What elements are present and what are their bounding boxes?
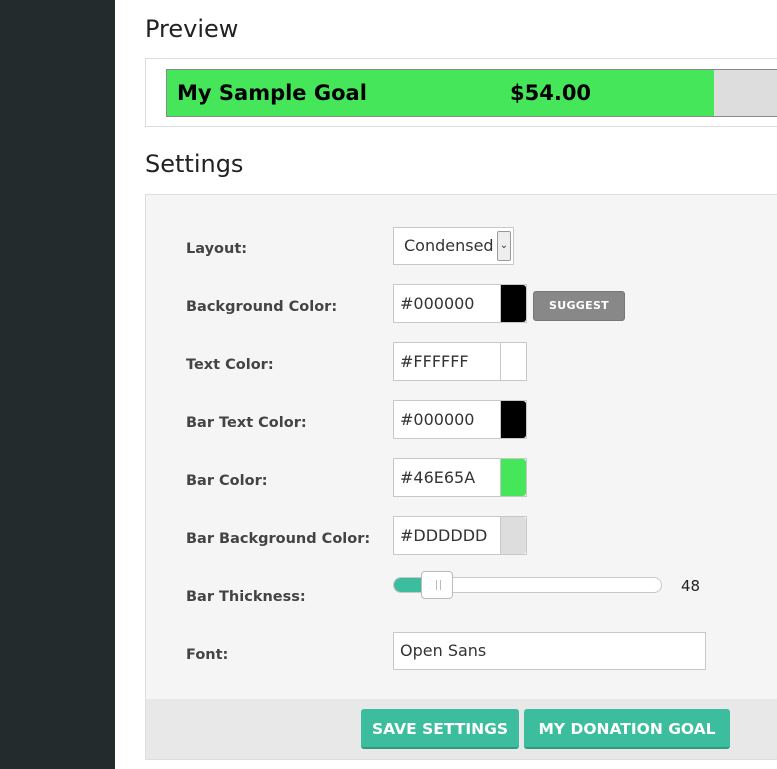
goal-title: My Sample Goal: [177, 81, 367, 105]
preview-title: Preview: [145, 15, 239, 43]
preview-panel: My Sample Goal $54.00: [145, 58, 777, 127]
background-color-value: #000000: [400, 294, 475, 313]
layout-label: Layout:: [186, 241, 248, 257]
bar-thickness-slider[interactable]: [393, 571, 662, 599]
layout-select[interactable]: Condensed ⌄: [393, 227, 514, 265]
sidebar: [0, 0, 115, 769]
bar-background-color-label: Bar Background Color:: [186, 531, 371, 547]
my-donation-goal-button[interactable]: MY DONATION GOAL: [524, 709, 730, 749]
bar-thickness-slider-handle[interactable]: [420, 571, 453, 599]
bar-color-swatch[interactable]: [500, 459, 526, 496]
save-settings-button[interactable]: SAVE SETTINGS: [361, 709, 519, 749]
font-input[interactable]: Open Sans: [393, 632, 706, 670]
background-color-label: Background Color:: [186, 299, 338, 315]
goal-bar: My Sample Goal $54.00: [166, 69, 777, 117]
font-label: Font:: [186, 647, 229, 663]
goal-amount: $54.00: [510, 81, 592, 105]
settings-panel: Layout: Condensed ⌄ Background Color: #0…: [145, 194, 777, 760]
bar-background-color-swatch[interactable]: [500, 517, 526, 554]
settings-title: Settings: [145, 150, 244, 178]
settings-footer: SAVE SETTINGS MY DONATION GOAL: [146, 699, 777, 759]
text-color-swatch[interactable]: [500, 343, 526, 380]
bar-text-color-label: Bar Text Color:: [186, 415, 307, 431]
bar-color-value: #46E65A: [400, 468, 476, 487]
text-color-label: Text Color:: [186, 357, 274, 373]
bar-text-color-swatch[interactable]: [500, 401, 526, 438]
bar-background-color-field[interactable]: #DDDDDD: [393, 516, 527, 555]
bar-background-color-value: #DDDDDD: [400, 526, 488, 545]
text-color-value: #FFFFFF: [400, 352, 469, 371]
chevron-down-icon[interactable]: ⌄: [497, 231, 511, 261]
text-color-field[interactable]: #FFFFFF: [393, 342, 527, 381]
background-color-swatch[interactable]: [500, 285, 526, 322]
bar-thickness-label: Bar Thickness:: [186, 589, 306, 605]
bar-text-color-value: #000000: [400, 410, 475, 429]
main-content: Preview My Sample Goal $54.00 Settings L…: [115, 0, 777, 769]
suggest-button[interactable]: SUGGEST: [533, 291, 625, 321]
font-input-value: Open Sans: [400, 641, 487, 660]
background-color-field[interactable]: #000000: [393, 284, 527, 323]
bar-thickness-value: 48: [681, 577, 701, 595]
bar-text-color-field[interactable]: #000000: [393, 400, 527, 439]
bar-color-field[interactable]: #46E65A: [393, 458, 527, 497]
layout-select-value: Condensed: [404, 236, 494, 255]
bar-color-label: Bar Color:: [186, 473, 268, 489]
